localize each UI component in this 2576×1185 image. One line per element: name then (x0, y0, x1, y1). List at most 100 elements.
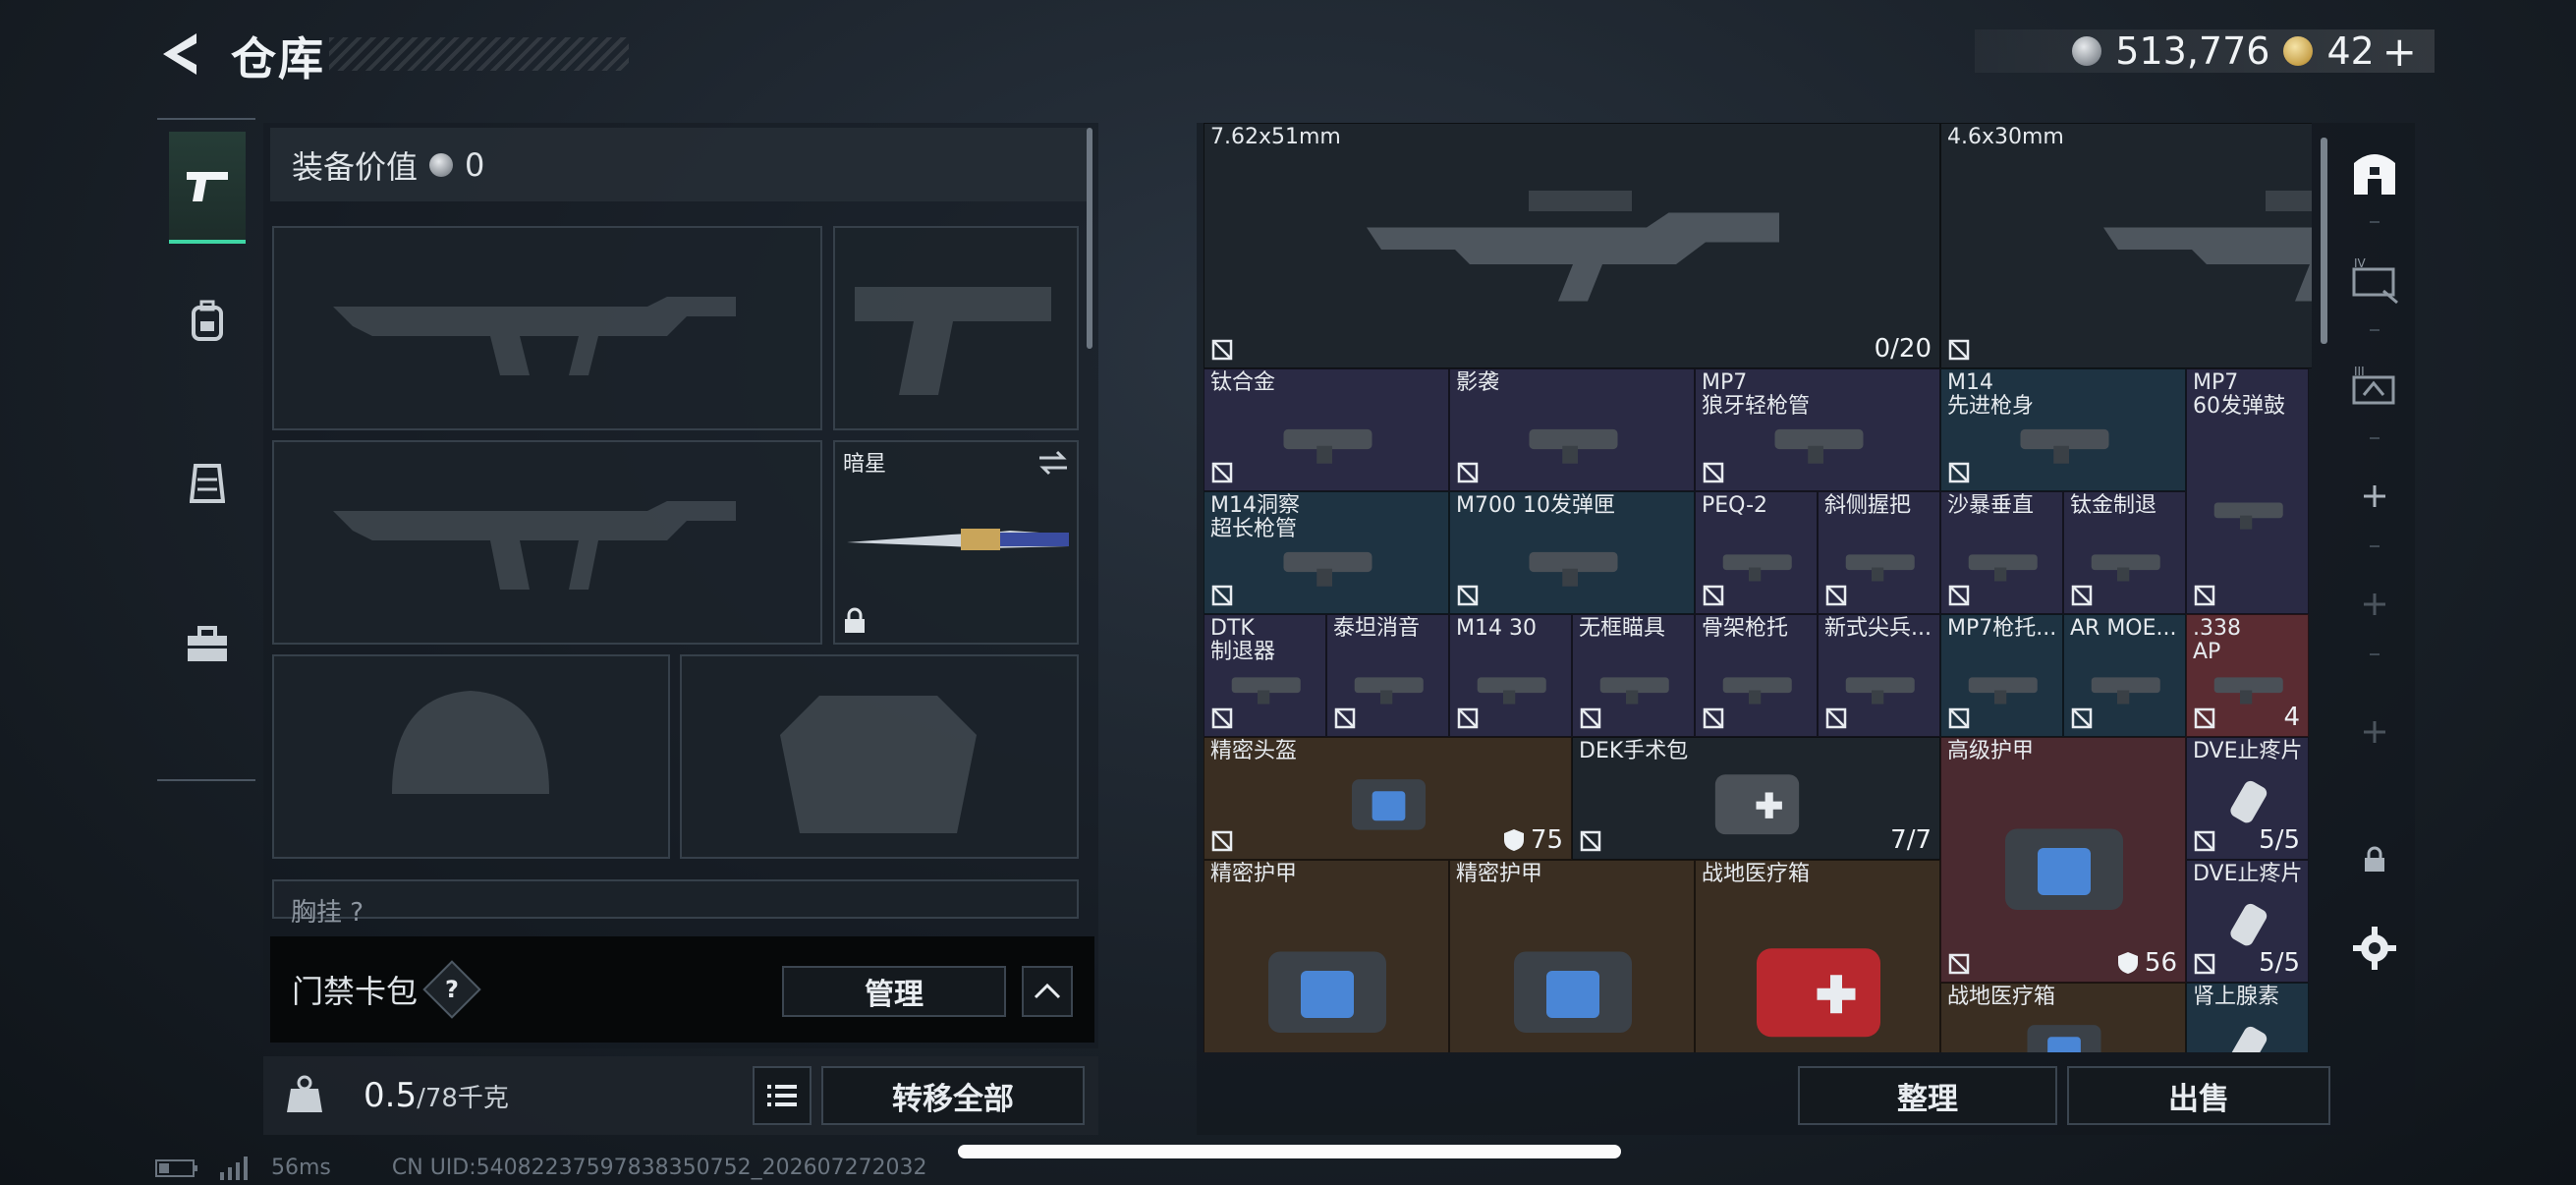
item-name: DEK手术包 (1579, 739, 1689, 763)
tab-weapons[interactable] (169, 132, 246, 244)
primary-weapon-slot[interactable] (272, 226, 822, 430)
list-view-button[interactable] (753, 1066, 812, 1125)
add-gold-button[interactable]: + (2382, 28, 2417, 76)
plus-icon (2364, 485, 2385, 507)
item-name: DVE止疼片 (2193, 739, 2303, 763)
attachment-icon (2091, 554, 2160, 582)
attachment-icon (2091, 677, 2160, 705)
storage-item-dek[interactable]: DEK手术包 7/7 (1572, 737, 1940, 860)
briefcase-icon (188, 626, 227, 661)
swap-icon[interactable] (1036, 448, 1071, 478)
melee-slot[interactable]: 暗星 (833, 440, 1079, 645)
storage-item-peq[interactable]: PEQ-2 (1695, 491, 1818, 614)
storage-item-mp7m[interactable]: MP7 60发弹鼓 (2186, 368, 2309, 614)
storage-grid: 7.62x51mm 0/20 4.6x30mm0/48 钛合金 影袭 MP7 狼牙轻枪管 M… (1204, 123, 2312, 1052)
storage-item-xsjb[interactable]: 新式尖兵... (1818, 614, 1940, 737)
no-sale-icon (1948, 462, 1970, 483)
item-name: 肾上腺素 (2193, 985, 2280, 1009)
pistol-slot[interactable] (833, 226, 1079, 430)
storage-item-sxs[interactable]: 肾上腺素 (2186, 983, 2309, 1052)
armor-bag-icon (1268, 951, 1386, 1033)
attachment-icon (1599, 677, 1669, 705)
attachment-icon (1529, 551, 1617, 587)
item-name: 钛金制退 (2070, 493, 2157, 518)
storage-item-jmhj1[interactable]: 精密护甲 (1204, 860, 1449, 1052)
item-name: M14洞察 超长枪管 (1210, 493, 1300, 541)
storage-item-xgw[interactable]: 斜侧握把 (1818, 491, 1940, 614)
right-storage-nav: IV III (2336, 123, 2413, 1056)
storage-item-m14b[interactable]: M14 先进枪身 (1940, 368, 2186, 491)
storage-item-rifle1[interactable]: 7.62x51mm 0/20 (1204, 123, 1940, 368)
storage-item-gjhj[interactable]: 高级护甲 56 (1940, 737, 2186, 983)
storage-tab-4[interactable]: IV (2336, 231, 2413, 329)
storage-scrollbar[interactable] (2321, 138, 2327, 344)
shield-icon (2117, 952, 2138, 974)
helmet-slot[interactable] (272, 654, 670, 859)
attachment-icon (1722, 677, 1792, 705)
status-footer: 56ms CN UID:5408223759783835075​2_202607… (155, 1156, 927, 1180)
storage-item-jmhj2[interactable]: 精密护甲 (1449, 860, 1695, 1052)
storage-item-tjzt[interactable]: 钛金制退 (2063, 491, 2186, 614)
chest-rig-slot[interactable] (272, 879, 1079, 919)
tab-backpack[interactable] (169, 267, 246, 375)
storage-item-m1430[interactable]: M14 30 (1449, 614, 1572, 737)
no-sale-icon (1825, 707, 1847, 729)
back-button[interactable] (157, 29, 206, 79)
storage-item-sbcz[interactable]: 沙暴垂直 (1940, 491, 2063, 614)
storage-item-mp7b[interactable]: MP7 狼牙轻枪管 (1695, 368, 1940, 491)
left-scrollbar[interactable] (1087, 128, 1092, 349)
storage-item-zdyl2[interactable]: 战地医疗箱 (1940, 983, 2186, 1052)
transfer-all-button[interactable]: 转移全部 (821, 1066, 1085, 1125)
item-name: M14 先进枪身 (1947, 370, 2035, 419)
armor-bag-icon (1514, 951, 1632, 1033)
add-storage-button-2[interactable] (2336, 555, 2413, 653)
storage-item-yingxi[interactable]: 影袭 (1449, 368, 1695, 491)
storage-item-ttxy[interactable]: 泰坦消音 (1326, 614, 1449, 737)
storage-item-ap338[interactable]: .338 AP 4 (2186, 614, 2309, 737)
item-name: .338 AP (2193, 616, 2241, 664)
sell-button[interactable]: 出售 (2067, 1066, 2330, 1125)
item-name: M14 30 (1456, 616, 1537, 641)
storage-item-dve1[interactable]: DVE止疼片 5/5 (2186, 737, 2309, 860)
no-sale-icon (1457, 585, 1479, 606)
storage-item-wkmj[interactable]: 无框瞄具 (1572, 614, 1695, 737)
add-storage-button-1[interactable] (2336, 447, 2413, 545)
add-storage-button-3[interactable] (2336, 683, 2413, 781)
storage-item-gjqt[interactable]: 骨架枪托 (1695, 614, 1818, 737)
storage-tab-3[interactable]: III (2336, 339, 2413, 437)
storage-item-mp7t[interactable]: MP7枪托... (1940, 614, 2063, 737)
no-sale-icon (2194, 585, 2215, 606)
storage-item-dtk[interactable]: DTK 制退器 (1204, 614, 1326, 737)
home-indicator[interactable] (958, 1145, 1621, 1158)
storage-item-m700[interactable]: M700 10发弹匣 (1449, 491, 1695, 614)
svg-text:III: III (2354, 365, 2365, 378)
secondary-weapon-slot[interactable] (272, 440, 822, 645)
attachment-icon (1845, 554, 1915, 582)
storage-item-armoe[interactable]: AR MOE... (2063, 614, 2186, 737)
item-name: PEQ-2 (1702, 493, 1768, 518)
settings-button[interactable] (2336, 899, 2413, 997)
storage-tab-1[interactable] (2336, 123, 2413, 221)
plus-icon (2364, 721, 2385, 743)
storage-item-m14s[interactable]: M14洞察 超长枪管 (1204, 491, 1449, 614)
locked-storage-slot (2336, 811, 2413, 909)
storage-item-rifle2[interactable]: 4.6x30mm0/48 (1940, 123, 2312, 368)
storage-item-dve2[interactable]: DVE止疼片 5/5 (2186, 860, 2309, 983)
vest-icon (190, 464, 225, 503)
help-icon[interactable]: ? (422, 960, 481, 1019)
manage-button[interactable]: 管理 (782, 966, 1006, 1017)
sort-button[interactable]: 整理 (1798, 1066, 2057, 1125)
armor-silhouette-icon (780, 696, 977, 833)
no-sale-icon (1948, 953, 1970, 975)
storage-item-zdyl1[interactable]: 战地医疗箱 (1695, 860, 1940, 1052)
tab-vest[interactable] (169, 429, 246, 537)
item-count: 7/7 (1890, 825, 1932, 855)
tab-case[interactable] (169, 592, 246, 700)
armor-slot[interactable] (680, 654, 1079, 859)
storage-item-jmtk[interactable]: 精密头盔 75 (1204, 737, 1572, 860)
storage-item-ti[interactable]: 钛合金 (1204, 368, 1449, 491)
collapse-button[interactable] (1022, 966, 1073, 1017)
left-category-nav (157, 118, 255, 781)
armor-bag-icon (1352, 778, 1426, 830)
item-name: 新式尖兵... (1824, 616, 1932, 641)
